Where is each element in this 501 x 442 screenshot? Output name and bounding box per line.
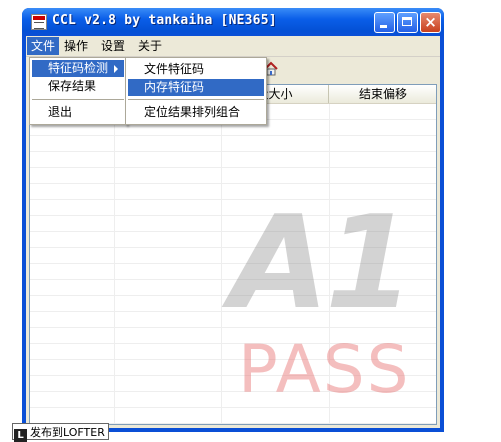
maximize-button[interactable] [397, 12, 418, 33]
column-header-end-offset[interactable]: 结束偏移 [329, 85, 436, 103]
column-divider [114, 104, 115, 424]
menu-separator [32, 99, 124, 100]
list-body [30, 104, 436, 424]
close-button[interactable]: × [420, 12, 441, 33]
minimize-button[interactable] [374, 12, 395, 33]
menu-item-file-signature[interactable]: 文件特征码 [128, 61, 264, 78]
app-icon[interactable] [31, 14, 47, 30]
menu-bar: 文件 操作 设置 关于 [26, 36, 440, 57]
result-list[interactable]: 段大小 结束偏移 [29, 84, 437, 425]
title-bar[interactable]: CCL v2.8 by tankaiha [NE365] × [22, 8, 444, 36]
lofter-label: 发布到LOFTER [30, 426, 105, 439]
menu-operate[interactable]: 操作 [60, 37, 92, 55]
menu-item-memory-signature[interactable]: 内存特征码 [128, 79, 264, 96]
menu-file[interactable]: 文件 [27, 37, 60, 55]
submenu-arrow-icon [114, 65, 118, 73]
lofter-logo-icon: L [14, 429, 27, 442]
column-divider [221, 104, 222, 424]
file-menu-dropdown: 特征码检测 保存结果 退出 [29, 57, 127, 125]
signature-submenu: 文件特征码 内存特征码 定位结果排列组合 [125, 57, 267, 125]
menu-item-label: 特征码检测 [48, 61, 109, 75]
menu-separator [128, 99, 264, 100]
close-icon: × [424, 13, 437, 31]
menu-item-locate-combinations[interactable]: 定位结果排列组合 [128, 104, 264, 121]
menu-item-signature-detect[interactable]: 特征码检测 [32, 60, 124, 77]
window-title: CCL v2.8 by tankaiha [NE365] [52, 13, 277, 28]
column-divider [329, 104, 330, 424]
lofter-badge[interactable]: L 发布到LOFTER [12, 423, 109, 442]
menu-item-exit[interactable]: 退出 [32, 104, 124, 121]
menu-settings[interactable]: 设置 [97, 37, 129, 55]
menu-about[interactable]: 关于 [134, 37, 166, 55]
menu-item-save-results[interactable]: 保存结果 [32, 78, 124, 95]
